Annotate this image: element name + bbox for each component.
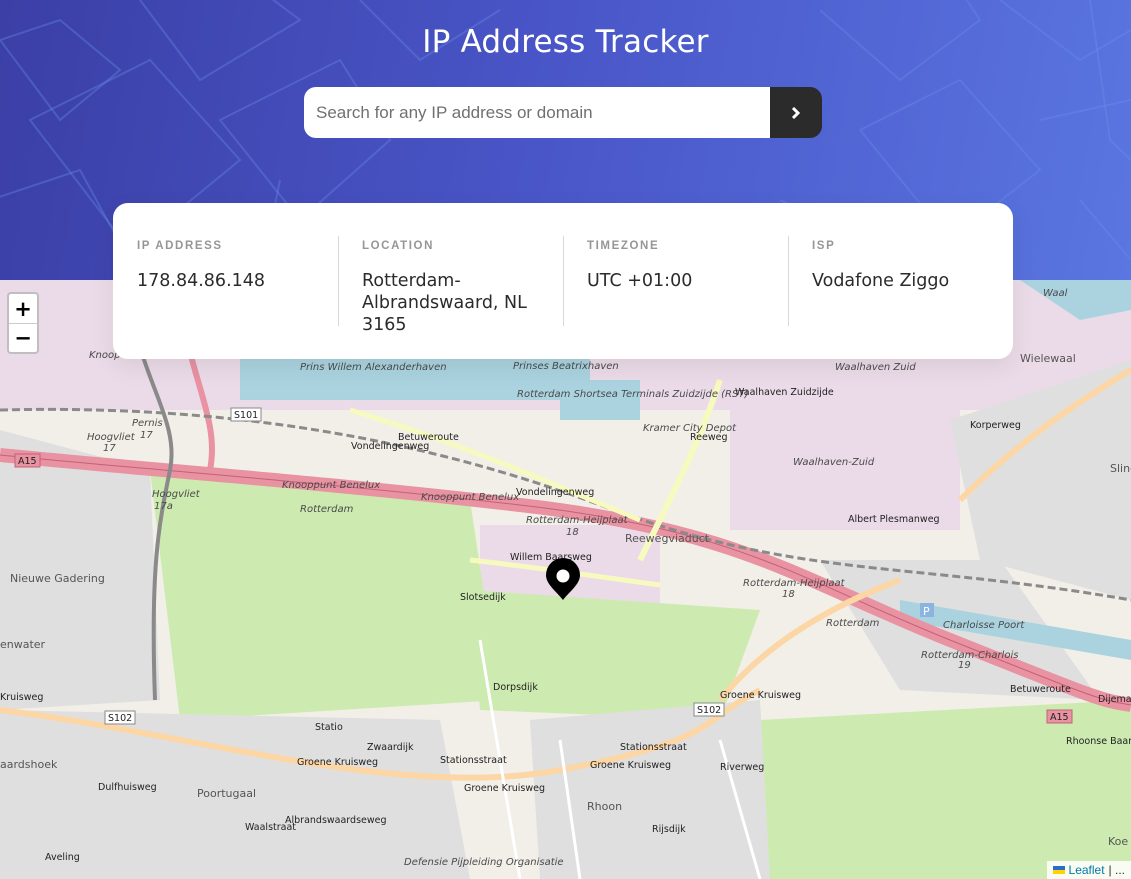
label-charloisse-poort: Charloisse Poort	[943, 620, 1025, 631]
ip-info-card: IP ADDRESS 178.84.86.148 LOCATION Rotter…	[113, 203, 1013, 359]
label-dijemans: Dijemans	[1098, 694, 1131, 705]
label-rotterdam-heijplaat: Rotterdam-Heijplaat	[526, 515, 629, 526]
label-zwaardijk: Zwaardijk	[367, 742, 414, 753]
label-waalhaven-zuidzijde: Waalhaven Zuidzijde	[735, 387, 834, 398]
label-dorpsdijk: Dorpsdijk	[493, 682, 538, 693]
label-pernis: Pernis	[132, 418, 163, 429]
label-stationsstraat-2: Stationsstraat	[620, 742, 687, 753]
shield-s102-2: S102	[697, 705, 721, 716]
label-albert-plesmanweg: Albert Plesmanweg	[848, 514, 940, 525]
label-rotterdam-heijplaat-2: Rotterdam-Heijplaat	[743, 578, 846, 589]
attribution-rest: | ...	[1108, 863, 1125, 877]
label-groene-kruisweg-4: Groene Kruisweg	[720, 690, 801, 701]
label-groene-kruisweg: Groene Kruisweg	[297, 757, 378, 768]
shield-s101: S101	[234, 410, 258, 421]
label-albrandswaardseweg: Albrandswaardseweg	[285, 815, 387, 826]
label-waalhaven-zuid: Waalhaven-Zuid	[793, 457, 875, 468]
ip-address-value: 178.84.86.148	[137, 271, 266, 291]
leaflet-link[interactable]: Leaflet	[1069, 863, 1105, 877]
location-stat: LOCATION Rotterdam-Albrandswaard, NL 316…	[338, 236, 563, 359]
label-aardshoek: aardshoek	[0, 758, 58, 771]
label-slotsedijk: Slotsedijk	[460, 592, 506, 603]
map-view[interactable]: Waalhaven-Zuid Wielewaal Waal Nieuwe Gad…	[0, 280, 1131, 879]
zoom-control: + −	[7, 292, 39, 354]
label-sling: Sling	[1110, 462, 1131, 475]
label-stationsstraat: Stationsstraat	[440, 755, 507, 766]
timezone-stat: TIMEZONE UTC +01:00	[563, 236, 788, 359]
label-rotterdam: Rotterdam	[300, 504, 354, 515]
label-poortugaal: Poortugaal	[197, 787, 256, 800]
label-statio: Statio	[315, 722, 343, 733]
label-vondelingenweg: Vondelingenweg	[351, 441, 429, 452]
shield-17-pernis: 17	[140, 430, 153, 441]
shield-a15: A15	[18, 456, 37, 467]
timezone-label: TIMEZONE	[587, 240, 660, 252]
shield-19: 19	[958, 660, 971, 671]
shield-18: 18	[566, 527, 579, 538]
label-hoogvliet: Hoogvliet	[87, 432, 136, 443]
label-nieuwe-gadering: Nieuwe Gadering	[10, 572, 105, 585]
label-groene-kruisweg-2: Groene Kruisweg	[464, 783, 545, 794]
label-rotterdam-shortsea: Rotterdam Shortsea Terminals Zuidzijde (…	[517, 389, 748, 400]
label-wielewaal: Wielewaal	[1020, 352, 1076, 365]
shield-a15-2: A15	[1050, 712, 1069, 723]
map-attribution: Leaflet | ...	[1046, 861, 1131, 879]
label-waal: Waal	[1043, 288, 1068, 299]
ip-address-stat: IP ADDRESS 178.84.86.148	[113, 236, 338, 359]
shield-17a: 17a	[154, 501, 173, 512]
label-groene-kruisweg-3: Groene Kruisweg	[590, 760, 671, 771]
shield-18-2: 18	[782, 589, 795, 600]
map-tiles: Waalhaven-Zuid Wielewaal Waal Nieuwe Gad…	[0, 280, 1131, 879]
zoom-out-button[interactable]: −	[9, 323, 37, 352]
shield-s102: S102	[108, 713, 132, 724]
label-knooppunt-benelux-2: Knooppunt Benelux	[421, 492, 519, 503]
label-kruisweg: Kruisweg	[0, 692, 43, 703]
label-aveling: Aveling	[45, 852, 80, 863]
label-betuweroute-east: Betuweroute	[1010, 684, 1071, 695]
submit-button[interactable]	[770, 87, 822, 138]
label-vondelingenweg-2: Vondelingenweg	[516, 487, 594, 498]
label-prins-willem: Prins Willem Alexanderhaven	[300, 362, 447, 373]
label-hoogvliet-2: Hoogvliet	[152, 489, 201, 500]
label-reeweg: Reeweg	[690, 432, 728, 443]
shield-17: 17	[103, 443, 116, 454]
label-defensie: Defensie Pijpleiding Organisatie	[404, 857, 564, 868]
ip-address-label: IP ADDRESS	[137, 240, 223, 252]
label-enwater: enwater	[0, 638, 46, 651]
label-willem-baarsweg: Willem Baarsweg	[510, 552, 592, 563]
label-korperweg: Korperweg	[970, 420, 1021, 431]
page-title: IP Address Tracker	[422, 24, 709, 60]
chevron-right-icon	[791, 106, 801, 119]
search-bar	[304, 87, 822, 138]
label-reewegviaduct: Reewegviaduct	[625, 532, 710, 545]
label-waalhaven-zuid-top: Waalhaven Zuid	[835, 362, 916, 373]
label-rhoonse-baan: Rhoonse Baan	[1066, 736, 1131, 747]
label-riverweg: Riverweg	[720, 762, 764, 773]
label-rotterdam-2: Rotterdam	[826, 618, 880, 629]
location-label: LOCATION	[362, 240, 434, 252]
zoom-in-button[interactable]: +	[9, 294, 37, 323]
search-input[interactable]	[304, 87, 770, 138]
isp-label: ISP	[812, 240, 836, 252]
ukraine-flag-icon	[1052, 866, 1065, 874]
label-knooppunt-benelux: Knooppunt Benelux	[282, 480, 380, 491]
timezone-value: UTC +01:00	[587, 271, 693, 291]
label-koe: Koe	[1108, 835, 1128, 848]
location-value: Rotterdam-Albrandswaard, NL 3165	[362, 271, 527, 335]
isp-stat: ISP Vodafone Ziggo	[788, 236, 1013, 359]
label-rhoon: Rhoon	[587, 800, 622, 813]
label-prinses-beatrixhaven: Prinses Beatrixhaven	[513, 361, 619, 372]
isp-value: Vodafone Ziggo	[812, 271, 950, 291]
label-dulfhuisweg: Dulfhuisweg	[98, 782, 157, 793]
label-rijsdijk: Rijsdijk	[652, 824, 686, 835]
svg-text:P: P	[923, 605, 930, 618]
